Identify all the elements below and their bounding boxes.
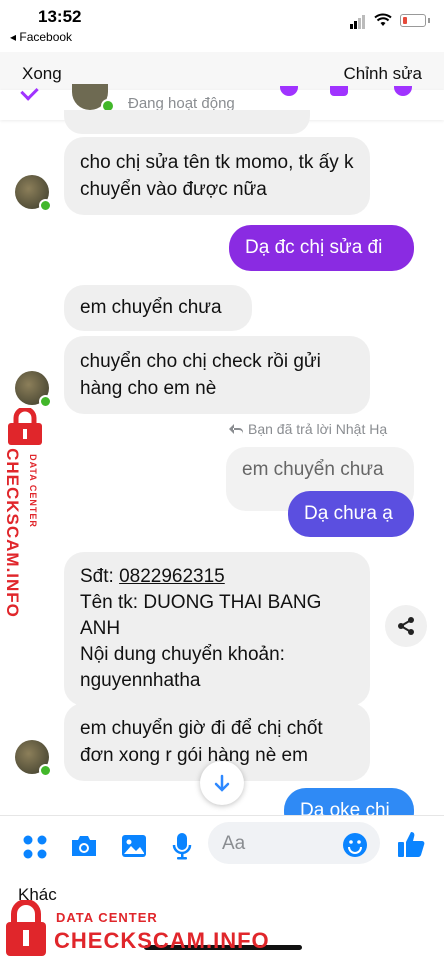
signal-icon (350, 11, 366, 29)
grid-dots-icon (23, 835, 47, 859)
edit-button[interactable]: Chỉnh sửa (344, 64, 422, 84)
message-bubble-partial (64, 110, 310, 134)
online-indicator (39, 395, 52, 408)
online-indicator (39, 764, 52, 777)
account-name-line: Tên tk: DUONG THAI BANG ANH (80, 592, 322, 639)
battery-icon (400, 13, 426, 27)
more-actions-button[interactable] (22, 834, 48, 860)
phone-number-link[interactable]: 0822962315 (119, 566, 225, 587)
message-bubble-outgoing[interactable]: Dạ chưa ạ (288, 491, 414, 537)
status-icons (350, 11, 430, 29)
battery-tip (428, 17, 430, 23)
microphone-icon (172, 833, 192, 860)
message-clip: Dạ oke chị (284, 788, 414, 815)
back-to-app-link[interactable]: ◂ Facebook (10, 30, 72, 44)
scroll-to-bottom-button[interactable] (200, 761, 244, 805)
image-icon (122, 835, 146, 857)
status-time: 13:52 (38, 7, 82, 26)
share-icon (398, 617, 414, 635)
phone-line: Sđt: 0822962315 (80, 564, 354, 590)
message-bubble-incoming[interactable]: chuyển cho chị check rồi gửi hàng cho em… (64, 336, 370, 414)
reply-note: Bạn đã trả lời Nhật Hạ (228, 421, 387, 437)
voice-button[interactable] (172, 832, 192, 865)
camera-button[interactable] (70, 834, 98, 863)
message-bubble-outgoing[interactable]: Dạ đc chị sửa đi (229, 225, 414, 271)
message-input-placeholder: Aa (222, 833, 246, 854)
watermark-bottom-lock-icon (4, 899, 48, 963)
message-bubble-incoming[interactable]: cho chị sửa tên tk momo, tk ấy k chuyển … (64, 137, 370, 215)
message-bubble-outgoing[interactable]: Dạ oke chị (284, 788, 414, 815)
watermark-bottom-label: DATA CENTER (56, 910, 158, 925)
phone-prefix: Sđt: (80, 566, 120, 587)
watermark-side-lock-icon (4, 406, 46, 451)
message-bubble-incoming-account-info[interactable]: Sđt: 0822962315 Tên tk: DUONG THAI BANG … (64, 552, 370, 706)
reply-note-text: Bạn đã trả lời Nhật Hạ (248, 421, 388, 437)
gallery-button[interactable] (121, 833, 147, 864)
like-button[interactable] (396, 829, 426, 864)
wifi-icon (374, 13, 392, 26)
video-call-icon[interactable] (330, 86, 348, 96)
thumbs-up-icon (398, 832, 425, 857)
emoji-button[interactable] (342, 832, 368, 863)
done-button[interactable]: Xong (22, 64, 62, 84)
arrow-down-icon (214, 774, 230, 792)
watermark-side-label: DATA CENTER (28, 454, 38, 528)
camera-icon (72, 836, 96, 856)
message-bubble-incoming[interactable]: em chuyển chưa (64, 285, 252, 331)
share-button[interactable] (385, 605, 427, 647)
online-indicator (39, 199, 52, 212)
watermark-side-brand: CHECKSCAM.INFO (3, 448, 22, 618)
reply-icon (229, 424, 243, 434)
smiley-icon (343, 833, 367, 857)
watermark-bottom-brand: CHECKSCAM.INFO (54, 928, 270, 953)
transfer-note-line: Nội dung chuyển khoản: nguyennhatha (80, 644, 285, 691)
